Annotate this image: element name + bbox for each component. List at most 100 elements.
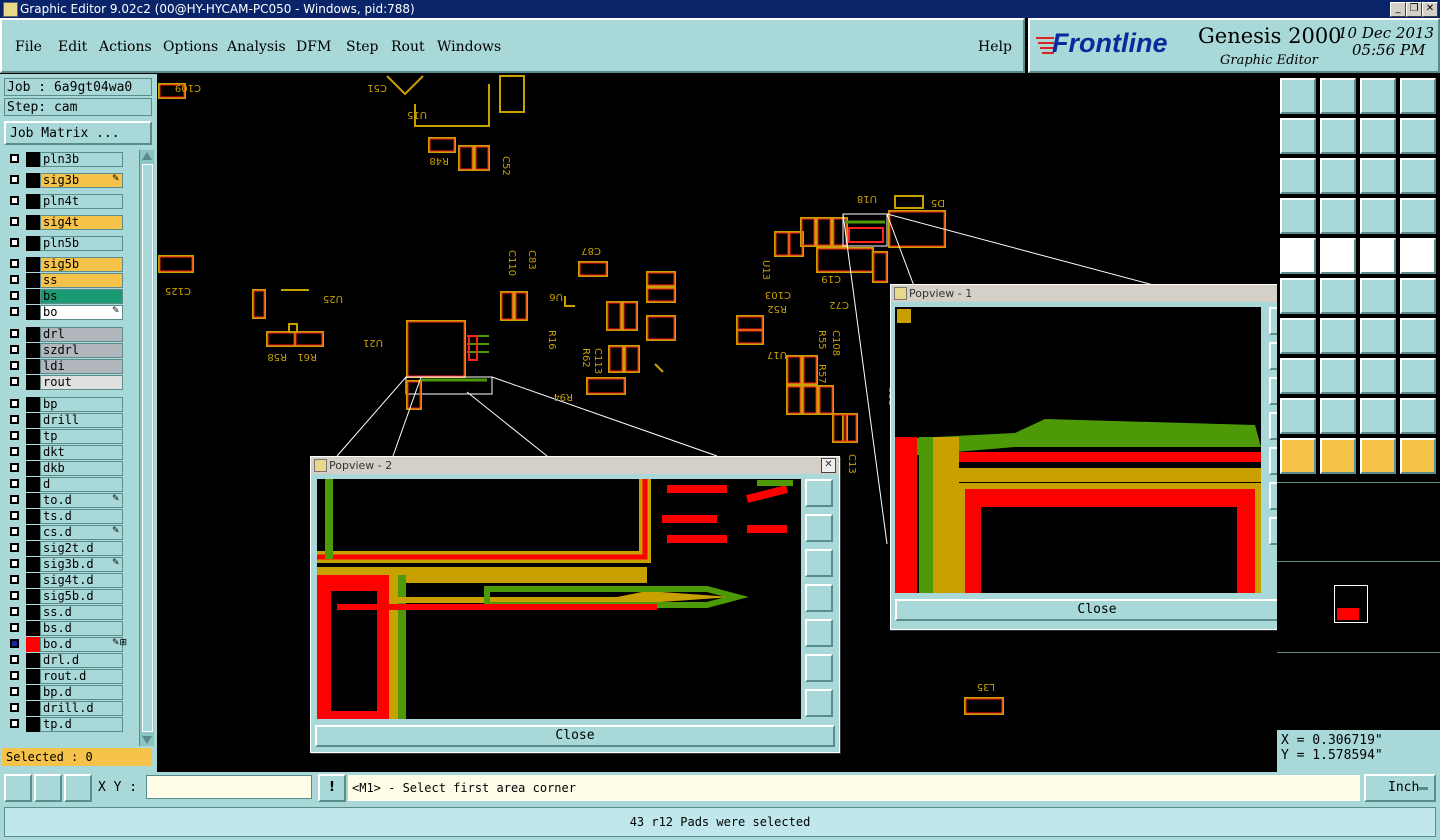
layer-name[interactable]: pln3b xyxy=(40,152,123,167)
snap-icon[interactable] xyxy=(1280,238,1316,274)
layer-name[interactable]: d xyxy=(40,477,123,492)
split-view-icon[interactable] xyxy=(1400,78,1436,114)
node-icon[interactable] xyxy=(1400,438,1436,474)
layer-name[interactable]: szdrl xyxy=(40,343,123,358)
redraw-icon[interactable] xyxy=(1360,118,1396,154)
layer-checkbox[interactable] xyxy=(10,463,19,472)
pan-up-button[interactable] xyxy=(805,514,833,542)
triangle-a-icon[interactable] xyxy=(1320,398,1356,434)
layer-checkbox[interactable] xyxy=(10,217,19,226)
layer-checkbox[interactable] xyxy=(10,623,19,632)
pointer-icon[interactable] xyxy=(1360,438,1396,474)
layer-name[interactable]: sig2t.d xyxy=(40,541,123,556)
grid-snap-icon[interactable] xyxy=(64,774,92,802)
layer-name[interactable]: bp xyxy=(40,397,123,412)
layer-row-drill[interactable]: drill xyxy=(8,413,124,428)
pan-right-button[interactable] xyxy=(805,619,833,647)
layer-name[interactable]: bs xyxy=(40,289,123,304)
layer-row-ss[interactable]: ss xyxy=(8,273,124,288)
pan-down-button[interactable] xyxy=(805,549,833,577)
popview-2-view[interactable] xyxy=(317,479,801,719)
restore-icon[interactable]: ❐ xyxy=(1406,2,1422,17)
layer-checkbox[interactable] xyxy=(10,687,19,696)
zoom-fit-button[interactable] xyxy=(805,654,833,682)
layer-name[interactable]: ts.d xyxy=(40,509,123,524)
minimize-icon[interactable]: _ xyxy=(1390,2,1406,17)
pan-right-icon[interactable] xyxy=(1320,118,1356,154)
triangle-c-icon[interactable] xyxy=(1400,398,1436,434)
layer-checkbox[interactable] xyxy=(10,479,19,488)
scroll-up-icon[interactable] xyxy=(142,152,152,160)
home-icon[interactable] xyxy=(1360,78,1396,114)
menu-windows[interactable]: Windows xyxy=(437,39,501,55)
layer-name[interactable]: pln4t xyxy=(40,194,123,209)
menu-edit[interactable]: Edit xyxy=(58,39,87,55)
layer-checkbox[interactable] xyxy=(10,607,19,616)
zoom-in-button[interactable] xyxy=(805,479,833,507)
layer-name[interactable]: sig5b xyxy=(40,257,123,272)
layer-row-tp[interactable]: tp xyxy=(8,429,124,444)
layer-checkbox[interactable] xyxy=(10,196,19,205)
net-icon[interactable] xyxy=(1320,238,1356,274)
layer-row-dkt[interactable]: dkt xyxy=(8,445,124,460)
layer-name[interactable]: ss xyxy=(40,273,123,288)
arc-icon[interactable] xyxy=(1360,318,1396,354)
layer-name[interactable]: tp xyxy=(40,429,123,444)
layer-row-ldi[interactable]: ldi xyxy=(8,359,124,374)
layer-name[interactable]: drl xyxy=(40,327,123,342)
layer-name[interactable]: drill.d xyxy=(40,701,123,716)
menu-step[interactable]: Step xyxy=(346,39,378,55)
grid-icon[interactable] xyxy=(1320,198,1356,234)
close-icon[interactable]: ✕ xyxy=(1422,2,1438,17)
layer-row-drl[interactable]: drl xyxy=(8,327,124,342)
layer-row-pln3b[interactable]: pln3b xyxy=(8,152,124,167)
zoom-area-icon[interactable] xyxy=(4,774,32,802)
overview-panel[interactable] xyxy=(1277,482,1440,729)
layer-row-to-d[interactable]: to.d ✎ xyxy=(8,493,124,508)
layer-checkbox[interactable] xyxy=(10,345,19,354)
xy-input[interactable] xyxy=(146,775,312,799)
layer-name[interactable]: ss.d xyxy=(40,605,123,620)
line-icon[interactable] xyxy=(1360,278,1396,314)
layer-name[interactable]: sig5b.d xyxy=(40,589,123,604)
mirror-icon[interactable] xyxy=(1400,358,1436,394)
scroll-thumb[interactable] xyxy=(142,164,153,732)
layer-row-szdrl[interactable]: szdrl xyxy=(8,343,124,358)
layer-checkbox[interactable] xyxy=(10,238,19,247)
popview-1-view[interactable] xyxy=(895,307,1261,593)
layer-row-ss-d[interactable]: ss.d xyxy=(8,605,124,620)
help-icon[interactable] xyxy=(1400,158,1436,194)
layer-checkbox[interactable] xyxy=(10,175,19,184)
layer-checkbox[interactable] xyxy=(10,329,19,338)
triangle-icon[interactable] xyxy=(1280,398,1316,434)
layer-checkbox[interactable] xyxy=(10,431,19,440)
pan-left-button[interactable] xyxy=(805,584,833,612)
layer-checkbox[interactable] xyxy=(10,511,19,520)
layer-checkbox[interactable] xyxy=(10,415,19,424)
layer-checkbox[interactable] xyxy=(10,495,19,504)
layer-row-bp[interactable]: bp xyxy=(8,397,124,412)
job-matrix-button[interactable]: Job Matrix ... xyxy=(4,121,152,145)
layer-row-pln4t[interactable]: pln4t xyxy=(8,194,124,209)
layer-row-drill-d[interactable]: drill.d xyxy=(8,701,124,716)
layer-name[interactable]: dkb xyxy=(40,461,123,476)
layer-name[interactable]: ldi xyxy=(40,359,123,374)
layer-name[interactable]: bp.d xyxy=(40,685,123,700)
add-pad-icon[interactable] xyxy=(1280,278,1316,314)
layer-checkbox[interactable] xyxy=(10,543,19,552)
zoom-fit-icon[interactable] xyxy=(1280,158,1316,194)
line-red-icon[interactable] xyxy=(1400,278,1436,314)
layer-edit-icon[interactable] xyxy=(1400,198,1436,234)
layer-name[interactable]: sig4t xyxy=(40,215,123,230)
layer-checkbox[interactable] xyxy=(10,639,19,648)
feature-icon[interactable] xyxy=(1400,318,1436,354)
resize-icon[interactable] xyxy=(1360,358,1396,394)
layer-row-sig5b-d[interactable]: sig5b.d xyxy=(8,589,124,604)
layer-checkbox[interactable] xyxy=(10,575,19,584)
menu-analysis[interactable]: Analysis xyxy=(227,39,286,55)
pad-icon[interactable] xyxy=(1400,238,1436,274)
tab-icon[interactable] xyxy=(1280,318,1316,354)
menu-rout[interactable]: Rout xyxy=(391,39,425,55)
layer-name[interactable]: drill xyxy=(40,413,123,428)
menu-file[interactable]: File xyxy=(15,39,42,55)
